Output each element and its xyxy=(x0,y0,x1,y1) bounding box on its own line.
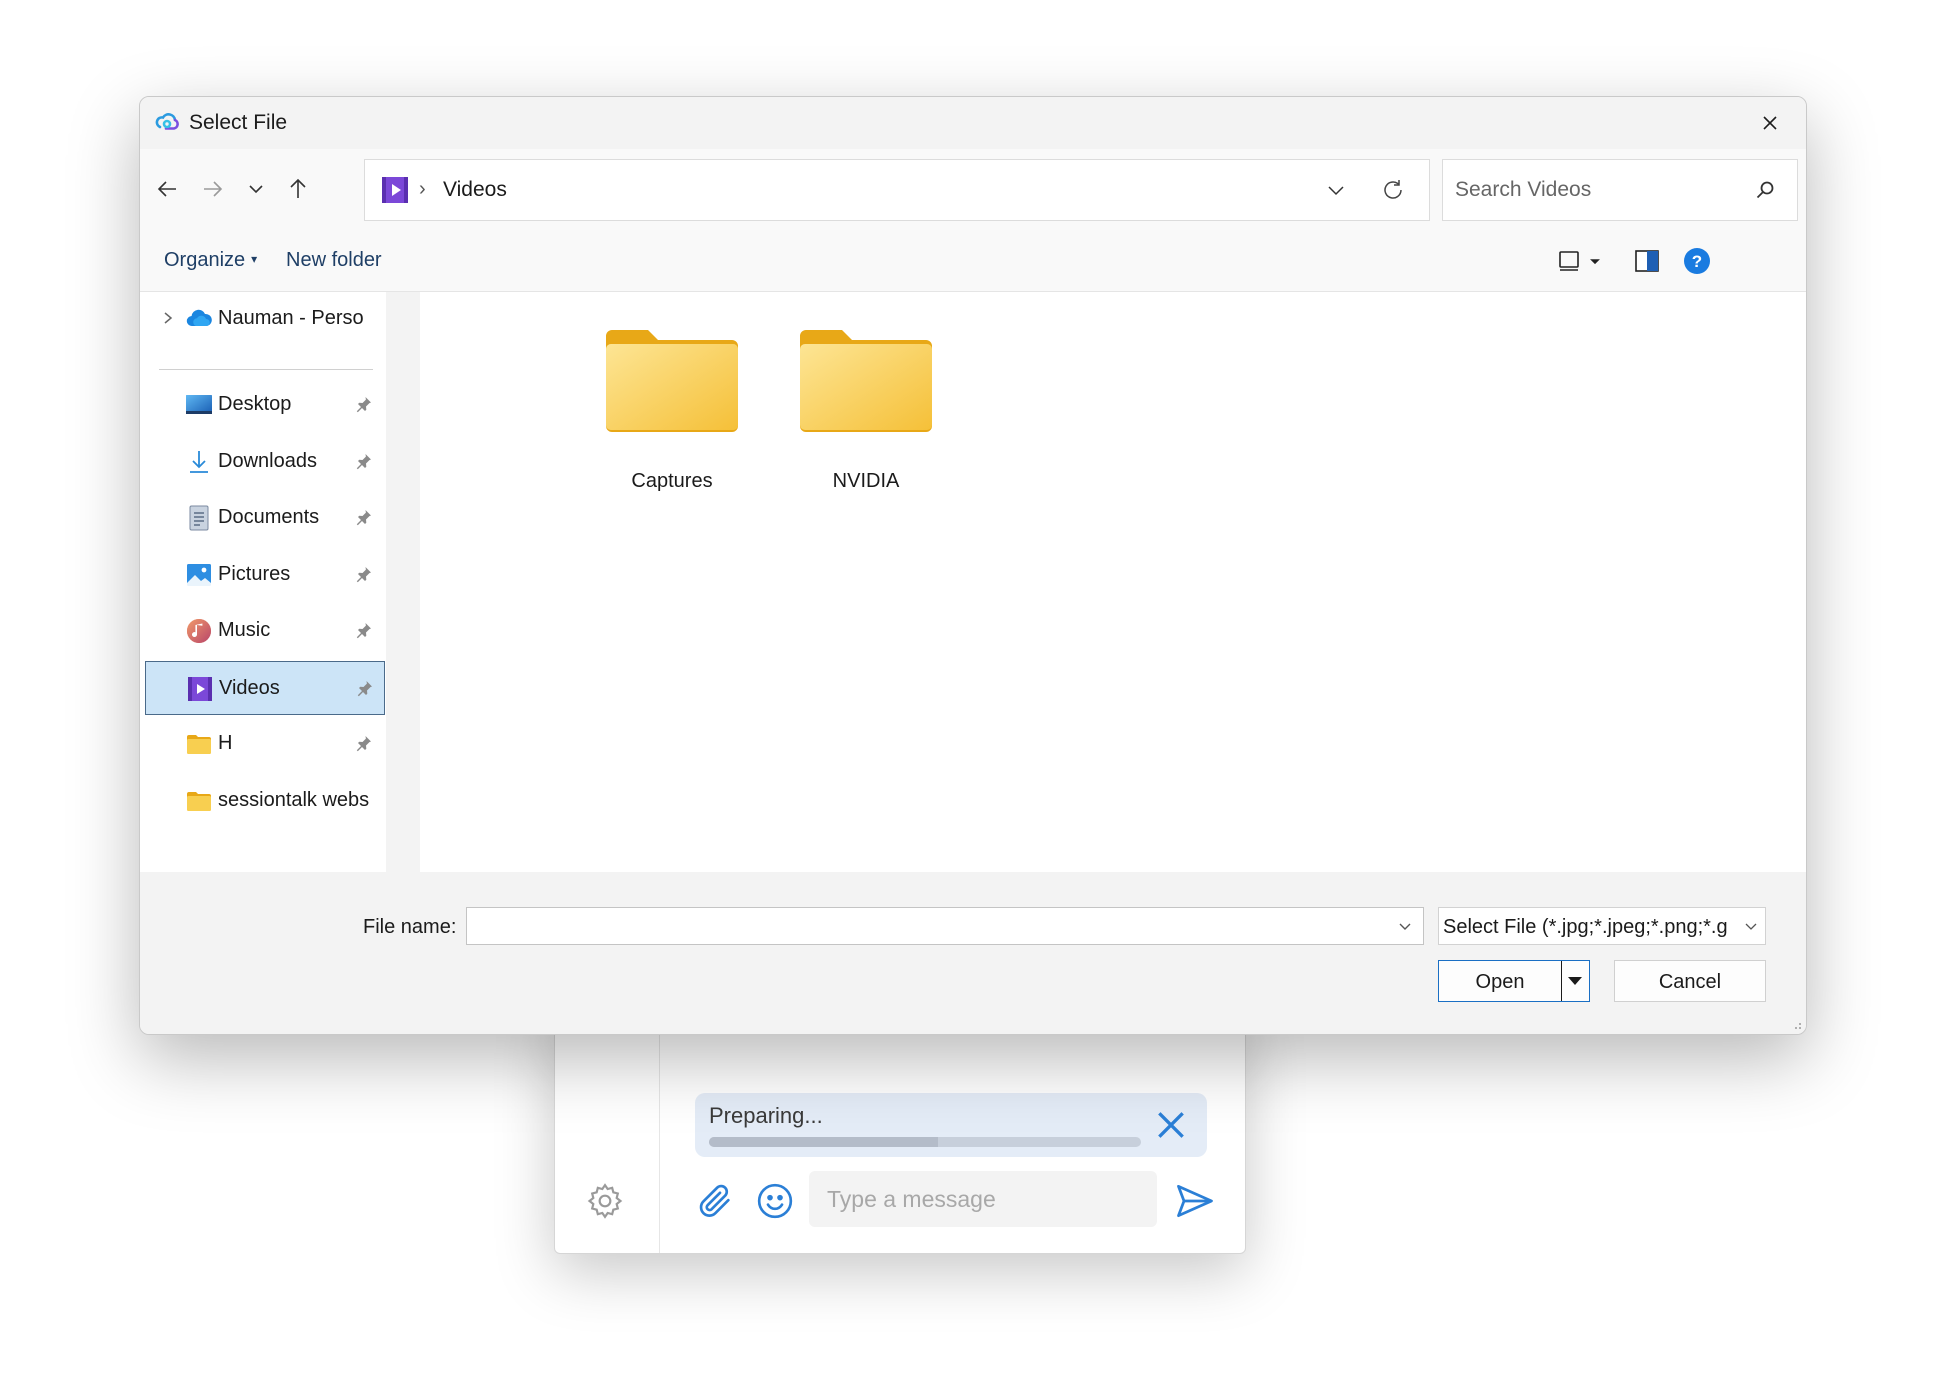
downloads-icon xyxy=(185,448,213,476)
nav-item-label: Pictures xyxy=(218,562,291,585)
svg-text:?: ? xyxy=(1692,252,1702,271)
nav-item-documents[interactable]: Documents xyxy=(145,491,385,545)
folder-icon xyxy=(800,330,932,432)
filter-chevron-icon xyxy=(1743,918,1759,934)
message-input[interactable] xyxy=(809,1171,1157,1227)
send-icon[interactable] xyxy=(1173,1179,1217,1223)
new-folder-button[interactable]: New folder xyxy=(286,249,382,272)
pin-icon[interactable] xyxy=(353,621,373,641)
folder-name: NVIDIA xyxy=(832,470,900,492)
emoji-icon[interactable] xyxy=(755,1181,795,1221)
pin-icon[interactable] xyxy=(354,679,374,699)
videos-folder-icon xyxy=(382,177,408,203)
pin-icon[interactable] xyxy=(353,508,373,528)
chat-window: Preparing... xyxy=(554,1000,1246,1254)
select-file-dialog: Select File › Videos Search Videos Organ… xyxy=(139,96,1807,1035)
music-icon xyxy=(185,617,213,645)
file-list-area[interactable]: Captures NVIDIA xyxy=(420,292,1806,872)
nav-item-label: Nauman - Perso xyxy=(218,307,364,329)
up-arrow-icon[interactable] xyxy=(278,169,318,209)
nav-item-label: Music xyxy=(218,619,271,641)
nav-item-label: sessiontalk webs xyxy=(218,788,370,811)
folder-icon xyxy=(185,787,213,815)
search-box[interactable] xyxy=(1442,159,1798,221)
upload-progress-bar xyxy=(709,1137,1141,1147)
back-arrow-icon[interactable] xyxy=(148,169,188,209)
nav-item-label: Videos xyxy=(219,676,280,699)
cancel-button-label: Cancel xyxy=(1658,971,1722,993)
cancel-upload-icon[interactable] xyxy=(1151,1105,1191,1145)
settings-gear-icon[interactable] xyxy=(585,1181,625,1221)
pin-icon[interactable] xyxy=(353,565,373,585)
organize-menu[interactable]: Organize ▾ xyxy=(164,249,257,272)
title-bar: Select File xyxy=(140,97,1806,149)
pictures-icon xyxy=(185,561,213,589)
open-options-dropdown[interactable] xyxy=(1561,961,1589,1001)
organize-caret-icon: ▾ xyxy=(251,252,258,266)
upload-progress-card: Preparing... xyxy=(695,1093,1207,1157)
close-icon[interactable] xyxy=(1752,107,1788,139)
file-dialog-footer: File name: Select File (*.jpg;*.jpeg;*.p… xyxy=(140,872,1806,1034)
nav-item-videos[interactable]: Videos xyxy=(145,660,385,715)
refresh-icon[interactable] xyxy=(1379,176,1407,204)
file-name-history-chevron-icon[interactable] xyxy=(1395,916,1415,936)
dropdown-caret-icon xyxy=(1568,977,1582,985)
nav-item-downloads[interactable]: Downloads xyxy=(145,435,385,489)
navigation-pane: Nauman - Perso Desktop Downloads Documents… xyxy=(140,292,386,872)
preview-pane-icon[interactable] xyxy=(1630,245,1664,277)
folder-item[interactable]: NVIDIA xyxy=(786,322,946,498)
open-button-label: Open xyxy=(1475,971,1525,993)
organize-label: Organize xyxy=(164,249,246,271)
file-name-field[interactable] xyxy=(467,908,1383,944)
nav-item-label: Documents xyxy=(218,506,320,528)
attach-paperclip-icon[interactable] xyxy=(695,1179,735,1223)
address-bar[interactable]: › Videos xyxy=(364,159,1430,221)
cancel-button[interactable]: Cancel xyxy=(1614,960,1766,1002)
nav-item-label: Downloads xyxy=(218,449,317,472)
folder-item[interactable]: Captures xyxy=(592,322,752,498)
folder-icon xyxy=(606,330,738,432)
pin-icon[interactable] xyxy=(353,734,373,754)
folder-name: Captures xyxy=(631,470,713,492)
upload-progress-fill xyxy=(709,1137,938,1147)
breadcrumb-separator: › xyxy=(419,178,426,200)
nav-item-music[interactable]: Music xyxy=(145,604,385,658)
pin-icon[interactable] xyxy=(353,395,373,415)
resize-grip-icon[interactable] xyxy=(1790,1018,1802,1030)
file-type-filter-value: Select File (*.jpg;*.jpeg;*.png;*.g xyxy=(1443,916,1728,938)
address-history-chevron-icon[interactable] xyxy=(1323,178,1349,204)
file-name-label: File name: xyxy=(363,916,457,938)
desktop-icon xyxy=(185,391,213,419)
nav-item-pictures[interactable]: Pictures xyxy=(145,548,385,602)
onedrive-cloud-icon xyxy=(186,309,212,327)
nav-item-sessiontalk-webs[interactable]: sessiontalk webs xyxy=(145,774,385,828)
documents-icon xyxy=(185,504,213,532)
nav-item-desktop[interactable]: Desktop xyxy=(145,378,385,432)
app-logo-icon xyxy=(155,113,179,130)
forward-arrow-icon[interactable] xyxy=(192,169,232,209)
folder-icon xyxy=(185,730,213,758)
nav-item-h[interactable]: H xyxy=(145,717,385,771)
open-button[interactable]: Open xyxy=(1438,960,1590,1002)
dialog-title: Select File xyxy=(189,111,288,134)
nav-item-label: H xyxy=(218,732,233,754)
pane-splitter[interactable] xyxy=(386,292,404,872)
nav-item-onedrive[interactable]: Nauman - Perso xyxy=(145,292,385,346)
videos-icon xyxy=(186,675,214,703)
upload-status-text: Preparing... xyxy=(709,1103,823,1128)
command-bar: Organize ▾ New folder ? xyxy=(140,233,1806,292)
file-type-filter-select[interactable]: Select File (*.jpg;*.jpeg;*.png;*.g xyxy=(1438,907,1766,945)
file-name-combobox[interactable] xyxy=(466,907,1424,945)
chat-sidebar-divider xyxy=(659,1001,660,1253)
nav-divider xyxy=(159,369,373,370)
pin-icon[interactable] xyxy=(353,452,373,472)
search-input[interactable] xyxy=(1443,160,1743,220)
breadcrumb-current[interactable]: Videos xyxy=(443,178,507,202)
view-options-icon[interactable] xyxy=(1556,245,1606,277)
nav-item-label: Desktop xyxy=(218,393,292,415)
recent-locations-chevron-icon[interactable] xyxy=(236,169,276,209)
navigation-bar: › Videos xyxy=(140,149,1806,233)
search-icon[interactable] xyxy=(1753,178,1777,202)
help-icon[interactable]: ? xyxy=(1680,245,1714,277)
